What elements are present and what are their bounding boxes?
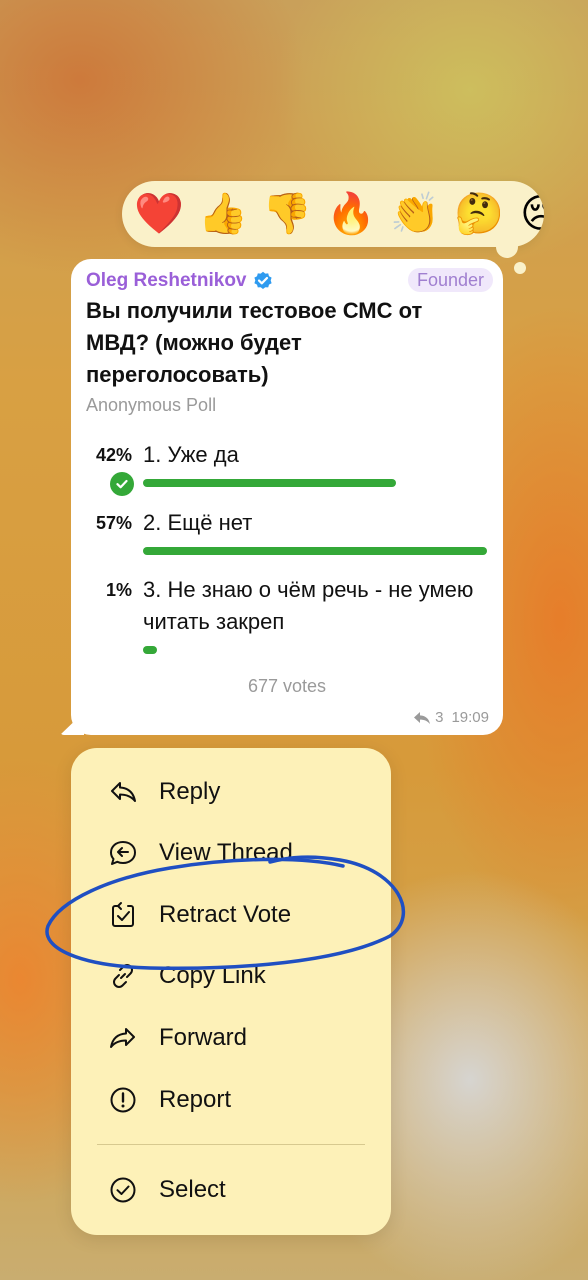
message-meta: 3 19:09	[413, 709, 489, 726]
author-name[interactable]: Oleg Reshetnikov	[86, 270, 247, 292]
message-header: Oleg Reshetnikov Founder	[86, 268, 493, 294]
reactions-bar: ❤️ 👍 👎 🔥 👏 🤔 😢	[122, 181, 544, 247]
menu-reply[interactable]: Reply	[71, 764, 391, 820]
menu-divider	[97, 1144, 365, 1145]
menu-select[interactable]: Select	[71, 1162, 391, 1218]
reaction-heart[interactable]: ❤️	[134, 191, 184, 237]
poll-question: Вы получили тестовое СМС от МВД? (можно …	[86, 298, 423, 387]
option-result-bar	[143, 479, 396, 487]
replies-icon	[414, 711, 431, 724]
poll-message: Oleg Reshetnikov Founder Вы получили тес…	[71, 259, 503, 735]
link-icon	[113, 964, 133, 988]
retract-vote-icon	[112, 902, 134, 927]
vote-count[interactable]: 677 votes	[71, 676, 503, 697]
reaction-fire[interactable]: 🔥	[326, 191, 376, 237]
reaction-thumbs-down[interactable]: 👎	[262, 191, 312, 237]
menu-label: Report	[159, 1086, 232, 1113]
menu-copy-link[interactable]: Copy Link	[71, 948, 391, 1004]
reactions-bubble-dot	[496, 236, 518, 258]
menu-retract-vote[interactable]: Retract Vote	[71, 887, 391, 943]
message-time: 19:09	[451, 709, 489, 726]
menu-label: Copy Link	[159, 962, 266, 989]
option-result-bar	[143, 646, 157, 654]
reply-icon	[111, 782, 136, 802]
reactions-bubble-dot-small	[514, 262, 526, 274]
menu-report[interactable]: Report	[71, 1072, 391, 1128]
forward-icon	[110, 1028, 135, 1048]
option-text: 3. Не знаю о чём речь - не умею читать з…	[143, 577, 474, 634]
poll-type: Anonymous Poll	[86, 395, 217, 415]
menu-label: Select	[159, 1176, 226, 1203]
reaction-thumbs-up[interactable]: 👍	[198, 191, 248, 237]
menu-forward[interactable]: Forward	[71, 1010, 391, 1066]
chosen-check-icon	[110, 472, 134, 496]
option-text: 1. Уже да	[143, 442, 239, 467]
reaction-crying[interactable]: 😢	[518, 191, 544, 237]
option-percent: 42%	[95, 445, 132, 465]
menu-label: Retract Vote	[159, 901, 292, 928]
option-text: 2. Ещё нет	[143, 510, 253, 535]
option-percent: 1%	[105, 580, 132, 600]
option-percent: 57%	[95, 513, 132, 533]
option-result-bar	[143, 547, 487, 555]
report-icon	[110, 1087, 136, 1113]
verified-badge-icon	[253, 271, 272, 289]
reply-count[interactable]: 3	[435, 709, 443, 726]
menu-label: View Thread	[159, 839, 293, 866]
reaction-thinking[interactable]: 🤔	[454, 191, 504, 237]
menu-label: Forward	[159, 1024, 248, 1051]
menu-view-thread[interactable]: View Thread	[71, 825, 391, 881]
role-badge: Founder	[407, 268, 493, 292]
select-check-icon	[110, 1177, 136, 1203]
thread-icon	[110, 841, 136, 865]
reaction-clapping[interactable]: 👏	[390, 191, 440, 237]
menu-label: Reply	[159, 778, 221, 805]
context-menu: Reply View Thread Retract Vote Copy Link…	[71, 748, 391, 1235]
